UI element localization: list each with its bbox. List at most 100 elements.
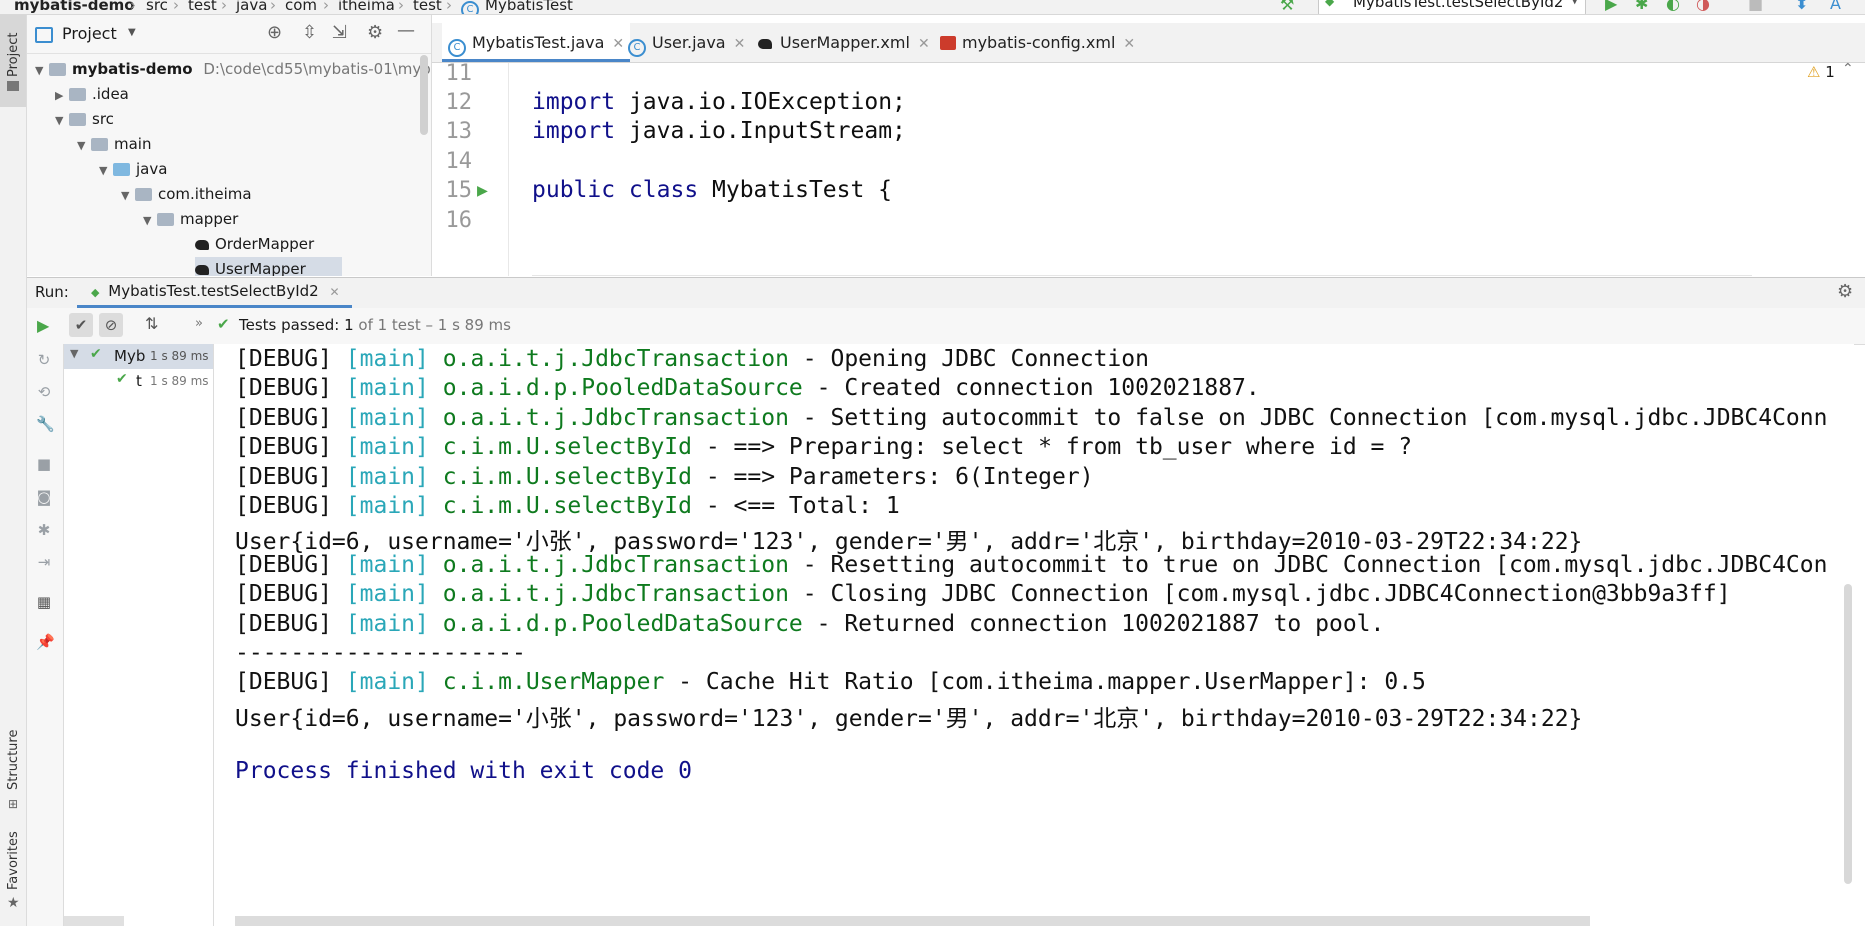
- favorites-tool-button[interactable]: Favorites: [6, 831, 21, 890]
- breadcrumb-itheima[interactable]: itheima: [338, 0, 395, 14]
- collapse-all-icon[interactable]: ⇲: [332, 22, 347, 43]
- line-number: 14: [445, 149, 473, 174]
- code-view[interactable]: 11 12 13 14 15 16 ▶ import java.io.IOExc…: [432, 61, 1865, 276]
- breadcrumb-src[interactable]: src: [146, 0, 168, 14]
- console-output[interactable]: [DEBUG] [main] o.a.i.t.j.JdbcTransaction…: [214, 344, 1854, 926]
- log-message: - Created connection 1002021887.: [802, 375, 1260, 402]
- tree-item-label: main: [114, 135, 152, 153]
- thread-name: [main]: [345, 346, 429, 372]
- close-icon[interactable]: ✕: [734, 36, 746, 52]
- gear-icon[interactable]: ⚙: [1837, 281, 1853, 302]
- line-number: 13: [445, 119, 473, 144]
- close-icon[interactable]: ✕: [612, 36, 624, 52]
- debug-icon[interactable]: ✱: [1635, 0, 1648, 13]
- log-level: [DEBUG]: [235, 581, 332, 608]
- check-icon: ✔: [90, 346, 102, 362]
- console-horizontal-scrollbar[interactable]: [235, 916, 1590, 926]
- project-tool-button[interactable]: Project: [0, 15, 26, 107]
- structure-tool-button[interactable]: Structure: [6, 730, 21, 790]
- show-ignored-toggle[interactable]: ⊘: [99, 313, 123, 337]
- run-side-toolbar: ↻ ⟲ 🔧 ■ ◙ ✱ ⇥ ▦ 📌: [27, 344, 64, 926]
- project-panel: Project ▼ ⊕ ⇳ ⇲ ⚙ — ▼ mybatis-demo D:\cod…: [27, 15, 432, 276]
- test-tree-method[interactable]: ✔ t 1 s 89 ms: [64, 369, 213, 394]
- sort-icon[interactable]: ⇅: [145, 314, 158, 333]
- tab-usermapper-xml[interactable]: UserMapper.xml ✕: [758, 23, 930, 62]
- rerun-failed-icon[interactable]: ↻: [36, 352, 52, 368]
- stop-icon[interactable]: ■: [36, 456, 52, 472]
- thread-name: [main]: [345, 375, 429, 402]
- tab-mybatistest[interactable]: C MybatisTest.java ✕: [442, 23, 631, 62]
- debug-icon[interactable]: ✱: [36, 522, 52, 538]
- breadcrumb-com[interactable]: com: [285, 0, 317, 14]
- project-scrollbar[interactable]: [420, 55, 428, 135]
- toggle-auto-test-icon[interactable]: ⟲: [36, 384, 52, 400]
- logger-name: o.a.i.t.j.JdbcTransaction: [442, 404, 789, 431]
- rerun-icon[interactable]: ▶: [37, 316, 49, 335]
- close-icon[interactable]: ✕: [1123, 36, 1135, 52]
- translate-icon[interactable]: A: [1830, 0, 1841, 13]
- run-label: Run:: [35, 283, 69, 301]
- breadcrumb-separator: ›: [446, 0, 452, 14]
- log-level: [DEBUG]: [235, 463, 332, 490]
- junit-icon: ◆: [91, 286, 100, 299]
- hide-icon[interactable]: —: [397, 20, 415, 41]
- more-icon[interactable]: »: [195, 316, 203, 331]
- tree-item-root[interactable]: ▼ mybatis-demo D:\code\cd55\mybatis-01\my…: [35, 57, 431, 82]
- console-line: [DEBUG] [main] c.i.m.U.selectById - ==> …: [235, 464, 1094, 490]
- tree-item-com-itheima[interactable]: ▼ com.itheima: [121, 182, 252, 207]
- gear-icon[interactable]: ⚙: [367, 22, 383, 43]
- run-gutter-icon[interactable]: ▶: [477, 180, 488, 201]
- stop-icon[interactable]: ■: [1748, 0, 1763, 13]
- test-results-tree: ▼ ✔ Myb 1 s 89 ms ✔ t 1 s 89 ms: [64, 344, 214, 926]
- export-icon[interactable]: ⇥: [36, 554, 52, 570]
- tree-item-java[interactable]: ▼ java: [99, 157, 167, 182]
- chevron-down-icon[interactable]: ▼: [128, 27, 136, 38]
- run-icon[interactable]: ▶: [1605, 0, 1617, 13]
- close-icon[interactable]: ✕: [918, 36, 930, 52]
- editor-horizontal-scrollbar[interactable]: [532, 275, 1752, 276]
- update-icon[interactable]: ⬍: [1795, 0, 1808, 13]
- tab-user[interactable]: C User.java ✕: [628, 23, 745, 62]
- tree-item-main[interactable]: ▼ main: [77, 132, 151, 157]
- breadcrumb-test-folder[interactable]: test: [413, 0, 442, 14]
- tree-item-ordermapper[interactable]: OrderMapper: [195, 232, 314, 257]
- profile-icon[interactable]: ◑: [1696, 0, 1710, 13]
- expand-all-icon[interactable]: ⇳: [302, 22, 317, 43]
- tree-item-usermapper[interactable]: UserMapper: [195, 257, 342, 276]
- breadcrumb-separator: ›: [270, 0, 276, 14]
- folder-icon: [69, 88, 86, 101]
- build-hammer-icon[interactable]: ⚒: [1280, 0, 1294, 14]
- test-tree-root[interactable]: ▼ ✔ Myb 1 s 89 ms: [64, 344, 213, 369]
- exit-message: Process finished with exit code 0: [235, 757, 692, 784]
- show-passed-toggle[interactable]: ✔: [69, 313, 93, 337]
- wrench-icon[interactable]: 🔧: [36, 416, 55, 432]
- close-icon[interactable]: ✕: [329, 285, 339, 299]
- source-folder-icon: [113, 163, 130, 176]
- pin-icon[interactable]: 📌: [36, 634, 55, 650]
- tab-mybatis-config[interactable]: mybatis-config.xml ✕: [940, 23, 1135, 62]
- breadcrumb-test[interactable]: test: [188, 0, 217, 14]
- console-vertical-scrollbar[interactable]: [1844, 584, 1852, 884]
- breadcrumb-java[interactable]: java: [236, 0, 267, 14]
- tree-item-mapper[interactable]: ▼ mapper: [143, 207, 238, 232]
- module-folder-icon: [49, 63, 66, 76]
- tree-item-label: mapper: [180, 210, 239, 228]
- test-tree-scrollbar[interactable]: [64, 916, 124, 926]
- tree-item-src[interactable]: ▼ src: [55, 107, 114, 132]
- folder-icon: [69, 113, 86, 126]
- camera-icon[interactable]: ◙: [36, 489, 52, 505]
- run-configuration-label: MybatisTest.testSelectById2: [1353, 0, 1564, 11]
- breadcrumb-project[interactable]: mybatis-demo: [14, 0, 135, 14]
- gutter-divider: [508, 63, 509, 276]
- run-tab[interactable]: ◆ MybatisTest.testSelectById2 ✕: [77, 278, 352, 308]
- logger-name: o.a.i.d.p.PooledDataSource: [442, 610, 803, 637]
- run-configuration-select[interactable]: ◆ MybatisTest.testSelectById2 ▼: [1318, 0, 1586, 14]
- thread-name: [main]: [345, 463, 429, 490]
- chevron-down-icon: ▼: [77, 139, 86, 152]
- layout-icon[interactable]: ▦: [36, 594, 52, 610]
- coverage-icon[interactable]: ◐: [1666, 0, 1680, 13]
- project-view-selector[interactable]: Project: [62, 24, 117, 43]
- tree-item-idea[interactable]: ▶ .idea: [55, 82, 129, 107]
- breadcrumb-class[interactable]: C MybatisTest: [461, 0, 573, 14]
- locate-icon[interactable]: ⊕: [267, 22, 282, 43]
